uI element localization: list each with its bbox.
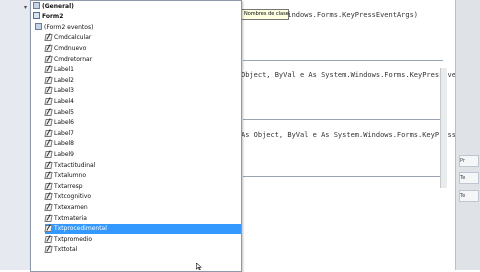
- procedure-separator: [243, 176, 443, 177]
- control-icon: [45, 182, 52, 189]
- left-margin-bar: [0, 0, 33, 270]
- dropdown-item-label: Label3: [54, 87, 75, 95]
- code-line-2: Object, ByVal e As System.Windows.Forms.…: [241, 71, 473, 79]
- control-icon: [45, 65, 52, 72]
- control-icon: [45, 129, 52, 136]
- vertical-scrollbar[interactable]: [440, 68, 447, 188]
- control-icon: [45, 235, 52, 242]
- dropdown-item-label: Label1: [54, 66, 75, 74]
- dropdown-item[interactable]: Cmdretornar: [45, 55, 241, 65]
- control-icon: [45, 171, 52, 178]
- dropdown-item[interactable]: Txtprocedimental: [45, 224, 241, 235]
- form-icon: [33, 12, 40, 20]
- dropdown-item[interactable]: Form2: [33, 12, 243, 22]
- control-icon: [45, 118, 52, 125]
- dropdown-item-label: Cmdretornar: [54, 55, 93, 63]
- control-icon: [45, 108, 52, 115]
- general-icon: [33, 1, 40, 9]
- control-icon: [45, 55, 52, 62]
- dropdown-item[interactable]: Label9: [45, 150, 241, 160]
- dropdown-item[interactable]: Txttotal: [45, 245, 241, 255]
- dropdown-item-label: Txtactitudinal: [54, 161, 96, 169]
- control-icon: [45, 150, 52, 157]
- dropdown-item-label: Txtmateria: [54, 214, 87, 222]
- dropdown-item[interactable]: Txtarresp: [45, 182, 241, 192]
- object-dropdown-list[interactable]: (General) Form2 (Form2 eventos) Cmdcalcular…: [30, 0, 242, 272]
- control-icon: [45, 192, 52, 199]
- control-icon: [45, 214, 52, 221]
- control-icon: [45, 97, 52, 104]
- dropdown-item-label: (Form2 eventos): [44, 23, 94, 31]
- dropdown-item[interactable]: Txtalumno: [45, 171, 241, 181]
- dropdown-item-label: Txtalumno: [54, 172, 87, 180]
- dropdown-item-label: Txttotal: [54, 246, 78, 254]
- control-icon: [45, 86, 52, 93]
- dropdown-item[interactable]: Label8: [45, 139, 241, 149]
- dropdown-item-label: Cmdnuevo: [54, 44, 87, 52]
- dropdown-item[interactable]: Label6: [45, 118, 241, 128]
- control-icon: [45, 224, 52, 231]
- dropdown-item[interactable]: Txtpromedio: [45, 235, 241, 245]
- procedure-separator: [243, 119, 443, 120]
- dropdown-item[interactable]: Label3: [45, 86, 241, 96]
- control-icon: [45, 33, 52, 40]
- dropdown-item-label: Txtpromedio: [54, 235, 93, 243]
- tooltip: Nombres de clase: [241, 9, 289, 20]
- dropdown-item[interactable]: Label4: [45, 97, 241, 107]
- control-icon: [45, 44, 52, 51]
- dropdown-item-label: Txtarresp: [54, 182, 83, 190]
- dropdown-item-label: Label5: [54, 108, 75, 116]
- mouse-cursor-icon: [196, 263, 202, 270]
- code-text: Object, ByVal e As System.Windows.Forms.…: [241, 71, 473, 79]
- procedure-separator: [243, 60, 443, 61]
- control-icon: [45, 203, 52, 210]
- control-icon: [45, 245, 52, 252]
- dropdown-item[interactable]: Label7: [45, 129, 241, 139]
- control-icon: [45, 76, 52, 83]
- dropdown-item[interactable]: Cmdnuevo: [45, 44, 241, 54]
- dropdown-item-label: Txtcognitivo: [54, 193, 92, 201]
- control-icon: [45, 161, 52, 168]
- dropdown-item[interactable]: Txtmateria: [45, 214, 241, 224]
- dropdown-item[interactable]: Label2: [45, 76, 241, 86]
- dropdown-item[interactable]: Cmdcalcular: [45, 33, 241, 43]
- dropdown-item[interactable]: Label1: [45, 65, 241, 75]
- dropdown-item-label: Label2: [54, 76, 75, 84]
- dropdown-item-label: Form2: [42, 13, 64, 21]
- dropdown-item-label: Label8: [54, 140, 75, 148]
- dropdown-item[interactable]: Txtactitudinal: [45, 161, 241, 171]
- dropdown-item[interactable]: Txtcognitivo: [45, 192, 241, 202]
- dropdown-item[interactable]: (Form2 eventos): [35, 22, 245, 33]
- dropdown-item-label: Label4: [54, 97, 75, 105]
- dropdown-item[interactable]: Label5: [45, 108, 241, 118]
- panel-tab[interactable]: Pr: [459, 155, 479, 167]
- dropdown-item-label: Label9: [54, 150, 75, 158]
- dropdown-arrow-icon[interactable]: ▾: [24, 4, 27, 11]
- dropdown-item-label: Txtexamen: [54, 203, 88, 211]
- dropdown-item-label: Label7: [54, 129, 75, 137]
- control-icon: [45, 139, 52, 146]
- event-icon: [35, 22, 42, 30]
- panel-tab[interactable]: Te: [459, 190, 479, 202]
- dropdown-item-label: Txtprocedimental: [54, 225, 107, 233]
- dropdown-item[interactable]: Txtexamen: [45, 203, 241, 213]
- panel-tab[interactable]: Te: [459, 172, 479, 184]
- dropdown-item-label: Cmdcalcular: [54, 34, 92, 42]
- dropdown-item-label: Label6: [54, 119, 75, 127]
- dropdown-item-label: (General): [42, 2, 74, 10]
- dropdown-item[interactable]: (General): [33, 1, 243, 12]
- right-side-panel: Pr Te Te: [455, 0, 480, 270]
